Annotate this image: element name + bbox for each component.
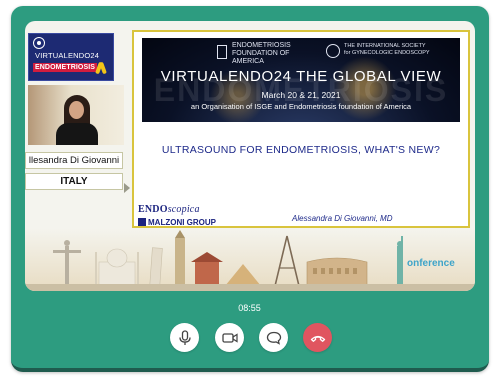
banner-organiser-line: an Organisation of ISGE and Endometriosi…: [190, 102, 412, 111]
slide-heading: ULTRASOUND FOR ENDOMETRIOSIS, WHAT'S NEW…: [161, 144, 441, 156]
isge-name: THE INTERNATIONAL SOCIETY for GYNECOLOGI…: [344, 43, 430, 56]
toggle-camera-button[interactable]: [215, 323, 244, 352]
banner-title: VIRTUALENDO24 THE GLOBAL VIEW: [160, 68, 442, 85]
banner-dates: March 20 & 21, 2021: [261, 90, 341, 100]
isge-logo-icon: [326, 44, 340, 58]
event-logo-subtitle: ENDOMETRIOSIS: [33, 63, 98, 72]
event-logo-title: VIRTUALENDO24: [35, 51, 100, 60]
shared-video-stream: VIRTUALENDO24 ENDOMETRIOSIS llesandra Di…: [25, 21, 475, 291]
conference-brand-text: onference: [407, 258, 455, 269]
speaker-webcam: [28, 85, 124, 145]
presentation-slide: ENDOMETRIOSIS ENDOMETRIOSIS FOUNDATION O…: [132, 30, 470, 228]
isge-seal-icon: [33, 37, 45, 49]
end-call-button[interactable]: [303, 323, 332, 352]
speaker-country-label: ITALY: [25, 173, 123, 190]
arrow-right-icon: [124, 183, 130, 193]
hang-up-phone-icon: [310, 335, 325, 342]
malzoni-mark-icon: [138, 218, 146, 226]
event-logo: VIRTUALENDO24 ENDOMETRIOSIS: [28, 33, 114, 81]
slide-author: Alessandra Di Giovanni, MD: [292, 214, 393, 223]
speaker-name-label: llesandra Di Giovanni: [25, 152, 123, 169]
microphone-icon: [178, 329, 191, 345]
malzoni-group-logo: MALZONI GROUP: [138, 218, 216, 227]
chat-bubble-icon: [266, 331, 281, 345]
video-camera-icon: [221, 332, 238, 343]
awareness-ribbon-icon: [97, 62, 105, 74]
call-timer: 08:55: [238, 303, 261, 313]
foundation-name: ENDOMETRIOSIS FOUNDATION OF AMERICA: [232, 42, 291, 65]
slide-banner: ENDOMETRIOSIS ENDOMETRIOSIS FOUNDATION O…: [142, 38, 460, 122]
open-chat-button[interactable]: [259, 323, 288, 352]
foundation-logo-icon: [217, 45, 227, 59]
mute-microphone-button[interactable]: [170, 323, 199, 352]
endoscopica-logo: ENDOscopica: [138, 204, 200, 215]
